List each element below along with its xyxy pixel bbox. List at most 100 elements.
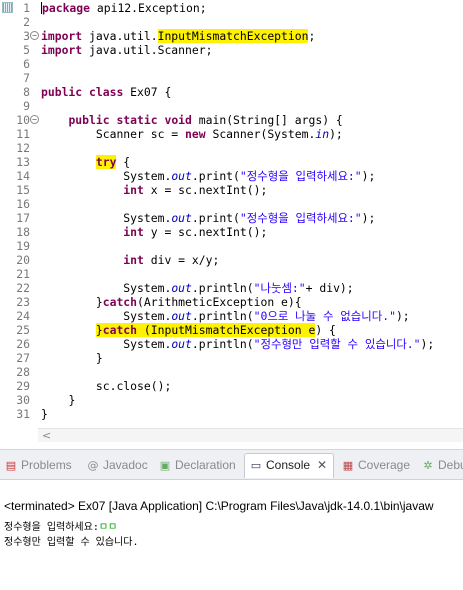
code-line: public class Ex07 { xyxy=(41,85,171,99)
code-token: "0으로 나눌 수 없습니다." xyxy=(253,309,396,323)
bottom-panel-tabs: ▤ Problems @ Javadoc ▣ Declaration ▭ Console… xyxy=(0,449,463,480)
code-token: in xyxy=(315,127,330,141)
code-line: } xyxy=(41,407,48,421)
code-token: out xyxy=(171,281,192,295)
line-number: 10 xyxy=(16,113,30,127)
code-line: int div = x/y; xyxy=(41,253,219,267)
code-token: ) { xyxy=(315,323,336,337)
code-line: sc.close(); xyxy=(41,379,171,393)
code-token: .print( xyxy=(191,169,240,183)
console-user-input: ㅁㅁ xyxy=(98,522,118,533)
code-token: ); xyxy=(329,127,343,141)
console-icon: ▭ xyxy=(250,459,262,472)
line-number: 27 xyxy=(16,351,30,365)
console-view[interactable]: <terminated> Ex07 [Java Application] C:\… xyxy=(0,481,463,590)
code-token: out xyxy=(171,309,192,323)
code-token: out xyxy=(171,337,192,351)
code-token: { xyxy=(116,155,131,169)
line-number: 16 xyxy=(16,197,30,211)
code-token: InputMismatchException xyxy=(157,29,309,43)
code-token: "정수형만 입력할 수 있습니다." xyxy=(253,337,421,351)
debug-icon: ✲ xyxy=(423,459,433,472)
line-number: 30 xyxy=(16,393,30,407)
code-token: catch xyxy=(102,323,138,337)
horizontal-scrollbar[interactable]: < xyxy=(38,428,463,442)
console-output-line: 정수형만 입력할 수 있습니다. xyxy=(4,537,139,548)
line-number: 17 xyxy=(16,211,30,225)
code-line: try { xyxy=(41,155,130,169)
code-token: System. xyxy=(123,337,172,351)
tab-console[interactable]: ▭ Console ✕ xyxy=(244,453,335,478)
coverage-icon: ▦ xyxy=(342,459,354,472)
tab-label: Debu xyxy=(438,458,463,472)
tab-coverage[interactable]: ▦ Coverage xyxy=(341,454,410,479)
console-prompt-text: 정수형을 입력하세요: xyxy=(4,522,99,533)
code-token: "정수형을 입력하세요:" xyxy=(239,169,362,183)
tab-label: Console xyxy=(266,458,311,472)
code-token: main(String[] args) { xyxy=(191,113,343,127)
line-number: 24 xyxy=(16,309,30,323)
code-token: api12.Exception; xyxy=(90,1,207,15)
code-token: int xyxy=(123,253,144,267)
code-token: ); xyxy=(395,309,410,323)
code-token: new xyxy=(185,127,206,141)
code-token: catch xyxy=(102,295,138,309)
tab-label: Problems xyxy=(21,458,72,472)
code-token: } xyxy=(95,351,103,365)
code-token: "정수형을 입력하세요:" xyxy=(239,211,362,225)
code-line: }catch (InputMismatchException e) { xyxy=(41,323,336,337)
code-token: .println( xyxy=(191,337,254,351)
code-area[interactable]: package api12.Exception; import java.util… xyxy=(41,0,463,426)
code-token: out xyxy=(171,211,192,225)
line-number: 15 xyxy=(16,183,30,197)
line-number: 28 xyxy=(16,365,30,379)
code-token: (ArithmeticException e){ xyxy=(137,295,302,309)
code-token: class xyxy=(89,85,124,99)
code-line: import java.util.Scanner; xyxy=(41,43,212,57)
tab-debug[interactable]: ✲ Debu xyxy=(421,454,463,479)
fold-toggle-icon[interactable]: − xyxy=(30,115,39,124)
code-token: y = sc.nextInt(); xyxy=(143,225,268,239)
tab-label: Declaration xyxy=(175,458,236,472)
tab-problems[interactable]: ▤ Problems xyxy=(4,454,72,479)
tab-label: Javadoc xyxy=(103,458,148,472)
code-token: static xyxy=(116,113,158,127)
code-token: .println( xyxy=(191,309,254,323)
code-token: void xyxy=(164,113,192,127)
code-line: } xyxy=(41,351,103,365)
code-line: System.out.println("나눗셈:"+ div); xyxy=(41,281,354,295)
code-token: Scanner sc = xyxy=(95,127,186,141)
line-number-gutter: 1 2 3−5 6 7 8 9 10−11 12 13 14 15 16 17 18 19 20 21 22 23 24… xyxy=(0,0,40,426)
tab-declaration[interactable]: ▣ Declaration xyxy=(158,454,236,479)
code-token: int xyxy=(123,183,144,197)
code-line: System.out.print("정수형을 입력하세요:"); xyxy=(41,211,375,225)
code-token: java.util.Scanner; xyxy=(82,43,213,57)
code-token: .print( xyxy=(191,211,240,225)
line-number: 1 xyxy=(23,1,30,15)
code-line: }catch(ArithmeticException e){ xyxy=(41,295,302,309)
code-line: package api12.Exception; xyxy=(41,1,207,15)
code-editor[interactable]: 1 2 3−5 6 7 8 9 10−11 12 13 14 15 16 17 18 19 20 21 22 23 24… xyxy=(0,0,463,426)
scroll-left-icon[interactable]: < xyxy=(42,429,51,443)
code-token: + div); xyxy=(305,281,354,295)
code-token: System. xyxy=(123,211,172,225)
close-icon[interactable]: ✕ xyxy=(317,458,327,472)
line-number: 21 xyxy=(16,267,30,281)
code-token: public xyxy=(41,85,83,99)
code-token: sc.close(); xyxy=(95,379,172,393)
line-number: 13 xyxy=(16,155,30,169)
tab-javadoc[interactable]: @ Javadoc xyxy=(86,454,148,479)
fold-toggle-icon[interactable]: − xyxy=(30,31,39,40)
line-number: 25 xyxy=(16,323,30,337)
declaration-icon: ▣ xyxy=(159,459,171,472)
code-line: int y = sc.nextInt(); xyxy=(41,225,267,239)
